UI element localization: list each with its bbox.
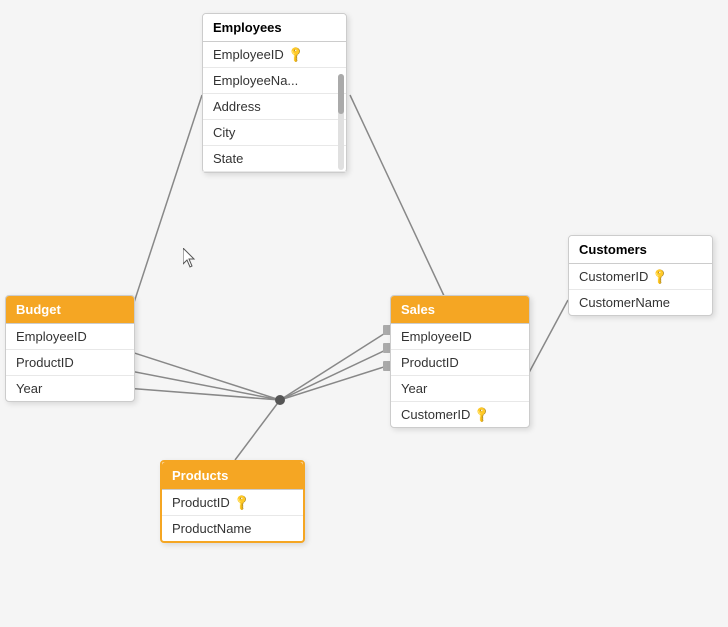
field-employees-employeeid: EmployeeID 🔑 [203, 42, 346, 68]
key-icon-sales: 🔑 [473, 405, 492, 424]
table-employees[interactable]: Employees EmployeeID 🔑 EmployeeNa... Add… [202, 13, 347, 173]
field-employees-address: Address [203, 94, 346, 120]
diagram-canvas[interactable]: Employees EmployeeID 🔑 EmployeeNa... Add… [0, 0, 728, 627]
field-employees-state: State [203, 146, 346, 172]
table-budget[interactable]: Budget EmployeeID ProductID Year [5, 295, 135, 402]
table-customers-header: Customers [569, 236, 712, 264]
field-products-productname: ProductName [162, 516, 303, 541]
table-employees-header: Employees [203, 14, 346, 42]
field-budget-year: Year [6, 376, 134, 401]
field-sales-productid: ProductID [391, 350, 529, 376]
table-products[interactable]: Products ProductID 🔑 ProductName [160, 460, 305, 543]
field-sales-customerid: CustomerID 🔑 [391, 402, 529, 427]
key-icon-products: 🔑 [232, 493, 251, 512]
field-products-productid: ProductID 🔑 [162, 490, 303, 516]
table-sales[interactable]: Sales EmployeeID ProductID Year Customer… [390, 295, 530, 428]
scrollbar-thumb-employees[interactable] [338, 74, 344, 114]
field-employees-city: City [203, 120, 346, 146]
key-icon-customers: 🔑 [651, 267, 670, 286]
field-budget-employeeid: EmployeeID [6, 324, 134, 350]
table-products-header: Products [162, 462, 303, 490]
field-customers-customerid: CustomerID 🔑 [569, 264, 712, 290]
field-employees-employeename: EmployeeNa... [203, 68, 346, 94]
table-customers[interactable]: Customers CustomerID 🔑 CustomerName [568, 235, 713, 316]
field-budget-productid: ProductID [6, 350, 134, 376]
table-sales-header: Sales [391, 296, 529, 324]
field-customers-customername: CustomerName [569, 290, 712, 315]
key-icon: 🔑 [286, 45, 305, 64]
mouse-cursor [183, 248, 197, 268]
table-budget-header: Budget [6, 296, 134, 324]
scrollbar-employees[interactable] [338, 74, 344, 170]
field-sales-employeeid: EmployeeID [391, 324, 529, 350]
field-sales-year: Year [391, 376, 529, 402]
